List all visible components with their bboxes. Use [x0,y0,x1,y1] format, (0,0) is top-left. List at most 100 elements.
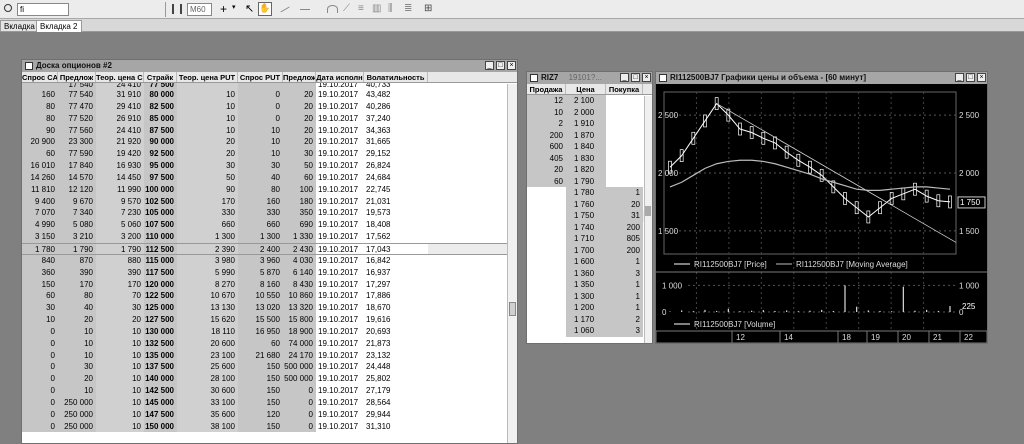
column-header[interactable]: Теор. цена CALL [96,72,144,82]
levels-icon[interactable]: ≣ [404,3,412,14]
order-book-row[interactable]: 1 710 805 [527,233,652,245]
table-row[interactable]: 11 810 12 120 11 990 100 000 90 80 100 19.10.20… [22,183,507,196]
pointer-icon[interactable]: ↖ [245,2,254,15]
table-row[interactable]: 0 250 000 10 145 000 33 100 150 0 19.10.2017 28,… [22,396,507,409]
table-row[interactable]: 16 010 17 840 16 930 95 000 30 30 50 19.10.2017… [22,160,507,172]
table-row[interactable]: 60 77 590 19 420 92 500 20 10 30 19.10.2017 29,1… [22,148,507,161]
zoom-select[interactable]: M60 [187,3,212,16]
column-header[interactable]: Дата исполн [316,72,364,82]
table-row[interactable]: 150 170 170 120 000 8 270 8 160 8 430 19.10.201… [22,278,507,291]
column-header[interactable]: Цена [566,84,606,94]
scroll-thumb[interactable] [509,302,516,316]
order-book-row[interactable]: 20 1 820 [527,164,652,176]
hand-icon[interactable]: ✋ [258,2,272,16]
order-book-row[interactable]: 1 200 1 [527,302,652,314]
close-button[interactable]: × [977,73,986,82]
search-input[interactable] [17,3,69,16]
table-row[interactable]: 80 77 470 29 410 82 500 10 0 20 19.10.2017 40,28… [22,100,507,113]
table-row[interactable]: 60 80 70 122 500 10 670 10 550 10 860 19.10.201… [22,290,507,303]
column-header[interactable]: Покупка [606,84,643,94]
hline-icon[interactable] [300,9,310,10]
line-icon[interactable] [280,6,290,13]
tab-2[interactable]: Вкладка 2 [36,20,82,32]
fib-icon[interactable]: ≡ [358,3,364,14]
bar-chart-icon[interactable] [172,4,182,14]
maximize-button[interactable]: □ [496,61,505,70]
table-row[interactable]: 4 990 5 080 5 060 107 500 660 660 690 19.10.201… [22,219,507,232]
table-row[interactable]: 0 250 000 10 147 500 35 600 120 0 19.10.2017 29,… [22,408,507,421]
order-book-row[interactable]: 21 910 [527,118,652,130]
table-row[interactable]: 0 10 10 130 000 18 110 16 950 18 900 19.10.2017… [22,325,507,338]
close-button[interactable]: × [642,73,651,82]
table-row[interactable]: 840 870 880 115 000 3 980 3 960 4 030 19.10.201… [22,254,507,267]
table-row[interactable]: 0 20 10 140 000 28 100 150 500 000 19.10.2017 25… [22,373,507,386]
y-tick-label: 1 500 [658,227,679,236]
column-header[interactable]: Страйк [144,72,177,82]
arc-icon[interactable] [327,5,338,13]
chevron-down-icon[interactable]: ▾ [232,3,236,11]
order-book-row[interactable]: 60 1 790 [527,175,652,187]
column-header[interactable]: Волатильность [364,72,428,82]
draw-icon[interactable]: ⟋ [343,3,350,14]
order-book-row[interactable]: 1 350 1 [527,279,652,291]
table-row[interactable]: 0 10 10 132 500 20 600 60 74 000 19.10.2017 21,8… [22,337,507,350]
minimize-button[interactable]: _ [485,61,494,70]
scroll-thumb[interactable] [645,206,651,216]
table-row[interactable]: 160 77 540 31 910 80 000 10 0 20 19.10.2017 43,4… [22,89,507,101]
order-book-row[interactable]: 1 780 1 [527,187,652,199]
order-book-cell: 1 700 [566,244,606,256]
order-book-row[interactable]: 1 760 20 [527,198,652,210]
table-row[interactable]: 3 150 3 210 3 200 110 000 1 300 1 300 1 330 19.… [22,231,507,243]
order-book-row[interactable]: 1 360 3 [527,267,652,279]
table-row[interactable]: 7 070 7 340 7 230 105 000 330 330 350 19.10.201… [22,207,507,220]
channel-icon[interactable]: ⫼ [388,3,393,14]
order-book-row[interactable]: 405 1 830 [527,152,652,164]
indicator-icon[interactable]: ⊞ [424,3,432,14]
order-book-row[interactable]: 10 2 000 [527,106,652,118]
close-button[interactable]: × [507,61,516,70]
table-row[interactable]: 10 20 20 127 500 15 620 15 500 15 800 19.10.201… [22,314,507,326]
grid-icon[interactable]: ▥ [372,3,381,14]
column-header[interactable]: Спрос PUT [238,72,283,82]
table-row[interactable]: 90 77 560 24 410 87 500 10 10 20 19.10.2017 34,3… [22,124,507,137]
order-book-row[interactable]: 1 060 3 [527,325,652,337]
table-row[interactable]: 14 260 14 570 14 450 97 500 50 40 60 19.10.2017… [22,171,507,184]
table-row[interactable]: 80 77 520 26 910 85 000 10 0 20 19.10.2017 37,24… [22,112,507,125]
minimize-button[interactable]: _ [955,73,964,82]
order-book-row[interactable]: 1 300 1 [527,290,652,302]
column-header[interactable]: Предлож [283,72,316,82]
maximize-button[interactable]: □ [631,73,640,82]
options-board-title[interactable]: Доска опционов #2 _ □ × [22,60,517,72]
order-book-title[interactable]: RIZ7 19101?... _ □ × [527,72,652,84]
scrollbar[interactable] [507,84,517,443]
order-book-row[interactable]: 600 1 840 [527,141,652,153]
table-row[interactable]: 0 10 10 135 000 23 100 21 680 24 170 19.10.2017… [22,349,507,362]
table-row[interactable]: 9 400 9 670 9 570 102 500 170 160 180 19.10.201… [22,195,507,208]
order-book-row[interactable]: 1 170 2 [527,313,652,325]
table-row[interactable]: 360 390 390 117 500 5 990 5 870 6 140 19.10.201… [22,266,507,279]
table-cell: 19.10.2017 [316,148,364,161]
order-book-row[interactable]: 1 740 200 [527,221,652,233]
order-book-row[interactable]: 1 750 31 [527,210,652,222]
order-book-row[interactable]: 1 600 1 [527,256,652,268]
table-row[interactable]: 1 780 1 790 1 790 112 500 2 390 2 400 2 430 19.… [22,242,507,255]
column-header[interactable]: Спрос CALL [22,72,58,82]
order-book-row[interactable]: 12 2 100 [527,95,652,107]
order-book-row[interactable]: 200 1 870 [527,129,652,141]
table-row[interactable]: 0 250 000 10 150 000 38 100 150 0 19.10.2017 31,… [22,420,507,433]
table-row[interactable]: 30 40 30 125 000 13 130 13 020 13 320 19.10.201… [22,302,507,315]
table-row[interactable]: 20 900 23 300 21 920 90 000 20 10 20 19.10.2017… [22,136,507,149]
column-header[interactable]: Предлож [58,72,96,82]
price-volume-chart[interactable]: 2 500 2 5002 000 2 0001 500 1 5001 750RI112… [656,84,987,343]
order-book-row[interactable]: 1 700 200 [527,244,652,256]
maximize-button[interactable]: □ [966,73,975,82]
scrollbar[interactable] [644,96,652,343]
table-row[interactable]: 0 30 10 137 500 25 600 150 500 000 19.10.2017 24… [22,361,507,374]
crosshair-icon[interactable]: + [220,2,227,16]
table-row[interactable]: 0 10 10 142 500 30 600 150 0 19.10.2017 27,179 [22,385,507,397]
column-header[interactable]: Продажа [527,84,566,94]
column-header[interactable]: Теор. цена PUT [177,72,238,82]
minimize-button[interactable]: _ [620,73,629,82]
table-cell: 27,179 [364,385,428,397]
chart-title[interactable]: RI112500BJ7 Графики цены и объема - [60 … [656,72,987,84]
